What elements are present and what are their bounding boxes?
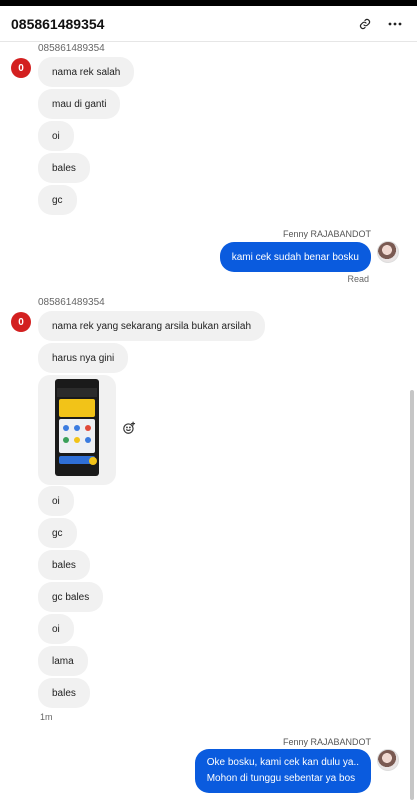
image-attachment-bubble[interactable] [38,375,116,485]
phone-screenshot-thumbnail[interactable] [55,379,99,476]
message-bubble: mau di ganti [38,89,121,119]
message-bubble: nama rek yang sekarang arsila bukan arsi… [38,311,265,341]
message-timestamp: 1m [40,712,53,722]
message-bubble: bales [38,678,90,708]
read-status: Read [347,274,369,284]
message-bubble: gc [38,518,77,548]
chat-title: 085861489354 [11,15,105,32]
sender-label: 085861489354 [38,43,105,54]
message-bubble: oi [38,121,74,151]
message-bubble: oi [38,486,74,516]
link-icon[interactable] [354,13,376,35]
outgoing-message-bubble: Oke bosku, kami cek kan dulu ya.. Mohon … [194,749,371,793]
agent-avatar [377,749,399,771]
message-bubble: lama [38,646,88,676]
message-line: Oke bosku, kami cek kan dulu ya.. [206,757,359,768]
chat-header: 085861489354 [0,6,417,42]
message-bubble: gc bales [38,582,104,612]
sender-label: 085861489354 [38,297,105,308]
scrollbar[interactable] [410,390,414,800]
message-bubble: oi [38,614,74,644]
message-line: Mohon di tunggu sebentar ya bos [206,773,356,784]
message-bubble: bales [38,550,90,580]
agent-name: Fenny RAJABANDOT [282,229,371,239]
agent-name: Fenny RAJABANDOT [282,737,371,747]
avatar: 0 [11,312,31,332]
add-reaction-icon[interactable] [122,421,136,435]
message-bubble: bales [38,153,90,183]
avatar: 0 [11,58,31,78]
agent-avatar [377,241,399,263]
message-bubble: nama rek salah [38,57,135,87]
message-bubble: gc [38,185,77,215]
more-horizontal-icon[interactable] [384,13,406,35]
outgoing-message-bubble: kami cek sudah benar bosku [219,242,371,272]
message-bubble: harus nya gini [38,343,129,373]
